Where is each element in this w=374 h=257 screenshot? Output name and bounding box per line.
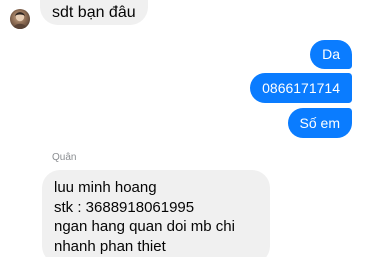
message-line: nhanh phan thiet — [54, 237, 166, 255]
avatar-image-icon — [13, 12, 27, 29]
message-line: luu minh hoang — [54, 179, 157, 196]
chat-thread: sdt bạn đâu Da 0866171714 Số em Quân luu… — [0, 0, 374, 257]
message-text: Số em — [299, 114, 340, 131]
sender-name: Quân — [52, 152, 77, 163]
message-text: 0866171714 — [262, 79, 340, 96]
message-text: Da — [322, 46, 340, 62]
outgoing-message-bubble[interactable]: 0866171714 — [250, 73, 352, 103]
message-line: ngan hang quan doi mb chi — [54, 218, 235, 235]
message-line: stk : 3688918061995 — [54, 198, 195, 216]
outgoing-message-bubble[interactable]: Da — [310, 40, 352, 69]
avatar[interactable] — [10, 9, 30, 29]
message-text: sdt bạn đâu — [52, 4, 136, 21]
incoming-message-bubble[interactable]: sdt bạn đâu — [40, 0, 148, 25]
incoming-message-bubble[interactable]: luu minh hoang stk : 3688918061995 ngan … — [42, 170, 270, 257]
outgoing-message-bubble[interactable]: Số em — [287, 108, 352, 138]
